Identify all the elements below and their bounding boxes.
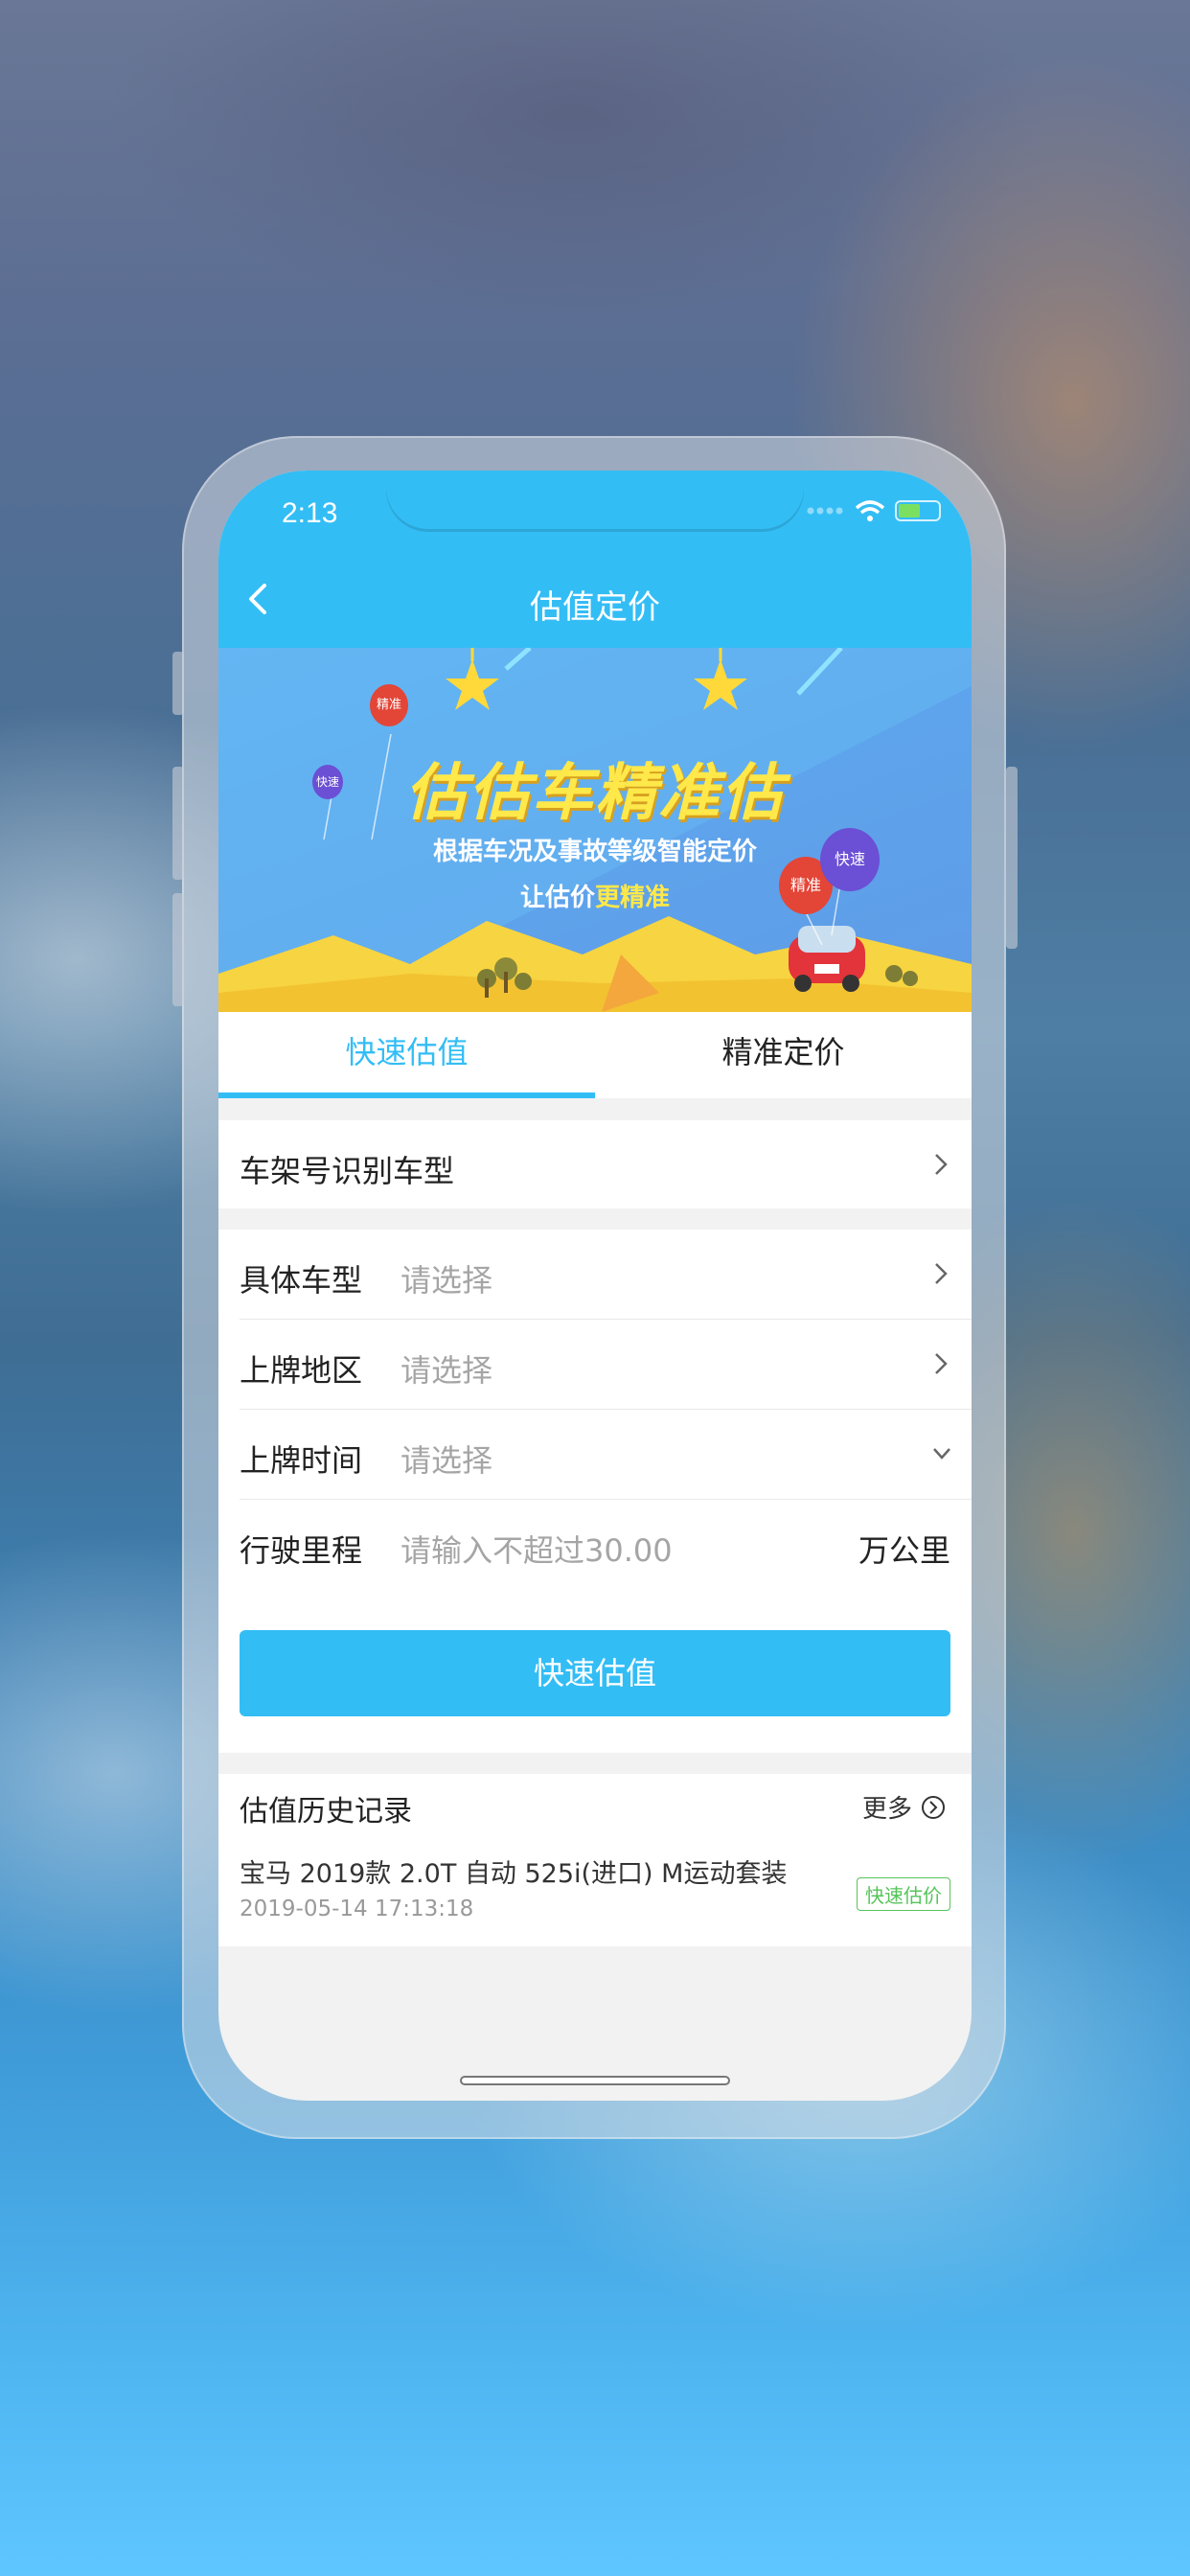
vin-recognition-row[interactable]: 车架号识别车型 (240, 1120, 972, 1208)
mileage-row: 行驶里程 请输入不超过30.00 万公里 (240, 1500, 972, 1590)
quick-valuation-button[interactable]: 快速估值 (240, 1630, 950, 1716)
mute-switch (172, 652, 184, 715)
tagline-prefix: 让估价 (519, 884, 595, 912)
chevron-right-icon (935, 1263, 948, 1284)
mileage-unit: 万公里 (858, 1532, 950, 1569)
home-indicator[interactable] (460, 2076, 730, 2085)
volume-down-button (172, 893, 184, 1006)
chevron-right-icon (935, 1154, 948, 1175)
power-button (1006, 767, 1018, 949)
banner-title: 估估车精准估 (405, 758, 785, 829)
promo-banner[interactable]: 精准 快速 精准 快速 估估车精准估 根据车况及事故等级智能定价 让估价更精准 (218, 648, 972, 1012)
banner-tagline: 让估价更精准 (218, 878, 972, 913)
history-item-badge: 快速估价 (857, 1877, 950, 1911)
notch (386, 471, 804, 532)
date-row[interactable]: 上牌时间 请选择 (240, 1410, 972, 1500)
page-title: 估值定价 (530, 588, 660, 627)
vin-row-label: 车架号识别车型 (240, 1153, 455, 1189)
more-label: 更多 (861, 1795, 912, 1824)
history-item-name[interactable]: 宝马 2019款 2.0T 自动 525i(进口) M运动套装 (240, 1852, 787, 1890)
date-label: 上牌时间 (240, 1442, 363, 1479)
history-item-date: 2019-05-14 17:13:18 (240, 1897, 474, 1921)
date-select[interactable]: 请选择 (400, 1437, 492, 1481)
valuation-history: 估值历史记录 更多 宝马 2019款 2.0T 自动 525i(进口) M运动套… (218, 1774, 972, 1946)
volume-up-button (172, 767, 184, 880)
model-select[interactable]: 请选择 (400, 1256, 492, 1300)
status-icons (807, 499, 941, 522)
chevron-down-icon (933, 1448, 950, 1460)
region-select[interactable]: 请选择 (400, 1346, 492, 1391)
region-row[interactable]: 上牌地区 请选择 (240, 1320, 972, 1410)
banner-subtitle: 根据车况及事故等级智能定价 (432, 838, 757, 866)
vehicle-form: 具体车型 请选择 上牌地区 请选择 上牌时间 请选择 行驶里程 请输入不超过30… (218, 1230, 972, 1592)
chevron-circle-icon (922, 1795, 945, 1819)
tagline-highlight: 更精准 (595, 884, 671, 912)
history-title: 估值历史记录 (240, 1795, 412, 1828)
tab-bar: 快速估值 精准定价 (218, 1012, 972, 1098)
vin-card: 车架号识别车型 (218, 1120, 972, 1208)
mileage-input[interactable]: 请输入不超过30.00 (400, 1527, 673, 1571)
balloon-precise: 精准 (370, 684, 408, 726)
region-label: 上牌地区 (240, 1352, 363, 1389)
history-more-link[interactable]: 更多 (862, 1789, 947, 1825)
app-screen: 2:13 估值定价 精准 快速 精准 快速 估估车精准估 根据车况及事故等级智能… (218, 471, 972, 2101)
tab-quick-valuation[interactable]: 快速估值 (218, 1012, 595, 1098)
tab-precise-pricing[interactable]: 精准定价 (595, 1012, 972, 1098)
chevron-right-icon (935, 1353, 948, 1374)
signal-icon (807, 507, 843, 515)
wifi-icon (855, 500, 885, 521)
model-label: 具体车型 (240, 1262, 363, 1299)
battery-icon (895, 500, 941, 521)
model-row[interactable]: 具体车型 请选择 (240, 1230, 972, 1320)
mileage-label: 行驶里程 (240, 1532, 363, 1569)
nav-bar: 2:13 估值定价 (218, 471, 972, 648)
status-time: 2:13 (282, 497, 338, 529)
